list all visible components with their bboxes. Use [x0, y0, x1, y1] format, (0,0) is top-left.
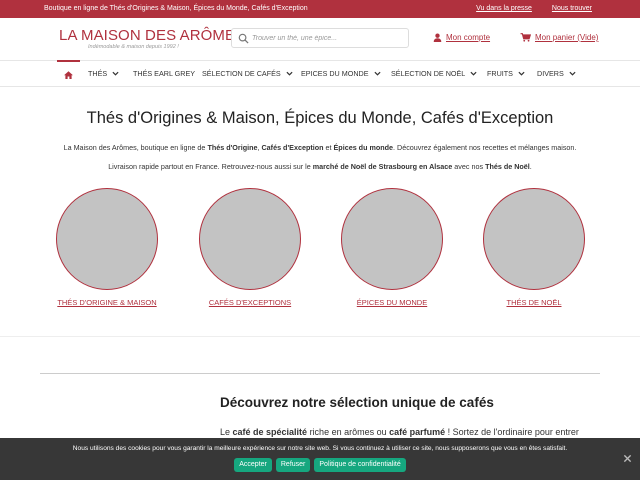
intro-text-bold: Thés d'Origine [207, 143, 258, 152]
chevron-down-icon [569, 71, 576, 76]
category-image[interactable] [56, 188, 158, 290]
cookie-buttons: Accepter Refuser Politique de confidenti… [0, 458, 640, 472]
delivery-text-part: . [529, 162, 532, 171]
account-label: Mon compte [446, 33, 491, 42]
delivery-text: Livraison rapide partout en France. Retr… [0, 162, 640, 171]
category-thes-origine[interactable]: THÉS D'ORIGINE & MAISON [56, 188, 158, 307]
section-title: Découvrez notre sélection unique de café… [220, 395, 494, 410]
search-input[interactable] [252, 31, 402, 46]
search-box[interactable] [231, 28, 409, 48]
intro-text: La Maison des Arômes, boutique en ligne … [0, 143, 640, 152]
delivery-text-part: avec nos [452, 162, 486, 171]
nav-item-label: SÉLECTION DE CAFÉS [202, 69, 281, 78]
intro-text-bold: Cafés d'Exception [261, 143, 324, 152]
delivery-text-bold: marché de Noël de Strasbourg en Alsace [312, 162, 453, 171]
nav-item-label: SÉLECTION DE NOËL [391, 69, 466, 78]
intro-text-part: La Maison des Arômes, boutique en ligne … [63, 143, 208, 152]
intro-text-bold: Épices du monde [333, 143, 394, 152]
logo-subtitle: Indémodable & maison depuis 1992 ! [88, 44, 179, 50]
nav-item-fruits[interactable]: FRUITS [487, 69, 525, 78]
accept-button[interactable]: Accepter [234, 458, 272, 472]
search-icon[interactable] [238, 33, 249, 44]
page-title: Thés d'Origines & Maison, Épices du Mond… [86, 109, 554, 127]
category-epices[interactable]: ÉPICES DU MONDE [341, 188, 443, 307]
divider [0, 336, 640, 337]
nav-item-epices[interactable]: EPICES DU MONDE [301, 69, 381, 78]
section-text-bold: café de spécialité [232, 427, 308, 437]
nav-item-selection-noel[interactable]: SÉLECTION DE NOËL [391, 69, 477, 78]
home-icon [64, 70, 73, 79]
cookie-message: Nous utilisons des cookies pour vous gar… [72, 445, 568, 452]
category-link[interactable]: THÉS D'ORIGINE & MAISON [26, 298, 188, 307]
nav-item-label: THÉS [88, 69, 108, 78]
cookie-banner: Nous utilisons des cookies pour vous gar… [0, 438, 640, 480]
nav-home[interactable] [57, 60, 80, 87]
intro-text-part: et [323, 143, 334, 152]
category-image[interactable] [199, 188, 301, 290]
nav-item-label: DIVERS [537, 69, 564, 78]
divider [40, 373, 600, 374]
privacy-policy-button[interactable]: Politique de confidentialité [314, 458, 406, 472]
nav-item-label: THÉS EARL GREY [133, 69, 196, 78]
refuse-button[interactable]: Refuser [275, 458, 311, 472]
category-thes-noel[interactable]: THÉS DE NOËL [483, 188, 585, 307]
nav-item-thes[interactable]: THÉS [88, 69, 119, 78]
intro-text-part: . Découvrez également nos recettes et mé… [393, 143, 577, 152]
top-bar: Boutique en ligne de Thés d'Origines & M… [0, 0, 640, 18]
section-text-bold: café parfumé [389, 427, 446, 437]
chevron-down-icon [112, 71, 119, 76]
find-us-link[interactable]: Nous trouver [552, 5, 592, 12]
account-link[interactable]: Mon compte [433, 33, 490, 42]
category-image[interactable] [483, 188, 585, 290]
close-icon[interactable] [623, 454, 632, 463]
category-link[interactable]: ÉPICES DU MONDE [311, 298, 473, 307]
cart-label: Mon panier (Vide) [535, 33, 599, 42]
chevron-down-icon [518, 71, 525, 76]
delivery-text-bold: Thés de Noël [485, 162, 530, 171]
cart-link[interactable]: Mon panier (Vide) [520, 33, 598, 42]
section-text-part: Le [220, 427, 233, 437]
nav-item-divers[interactable]: DIVERS [537, 69, 576, 78]
user-icon [433, 33, 442, 42]
topbar-links: Vu dans la presse Nous trouver [476, 5, 592, 12]
main-nav: THÉS THÉS EARL GREY SÉLECTION DE CAFÉS E… [0, 60, 640, 87]
delivery-text-part: Livraison rapide partout en France. Retr… [108, 162, 313, 171]
category-link[interactable]: THÉS DE NOËL [453, 298, 615, 307]
chevron-down-icon [286, 71, 293, 76]
chevron-down-icon [373, 71, 381, 76]
topbar-tagline: Boutique en ligne de Thés d'Origines & M… [44, 5, 308, 12]
site-header: LA MAISON DES ARÔMES Indémodable & maiso… [0, 18, 640, 60]
section-text-part: ! Sortez de l'ordinaire pour entrer [445, 427, 579, 437]
section-text: Le café de spécialité riche en arômes ou… [220, 427, 579, 437]
chevron-down-icon [470, 71, 477, 76]
nav-item-thes-earl-grey[interactable]: THÉS EARL GREY [133, 69, 195, 78]
category-image[interactable] [341, 188, 443, 290]
cart-icon [520, 33, 531, 42]
category-link[interactable]: CAFÉS D'EXCEPTIONS [169, 298, 331, 307]
section-text-part: riche en arômes ou [307, 427, 390, 437]
logo[interactable]: LA MAISON DES ARÔMES [59, 27, 245, 44]
nav-item-selection-cafes[interactable]: SÉLECTION DE CAFÉS [202, 69, 293, 78]
press-link[interactable]: Vu dans la presse [476, 5, 532, 12]
nav-item-label: FRUITS [487, 69, 513, 78]
nav-item-label: EPICES DU MONDE [301, 69, 369, 78]
category-cafes[interactable]: CAFÉS D'EXCEPTIONS [199, 188, 301, 307]
